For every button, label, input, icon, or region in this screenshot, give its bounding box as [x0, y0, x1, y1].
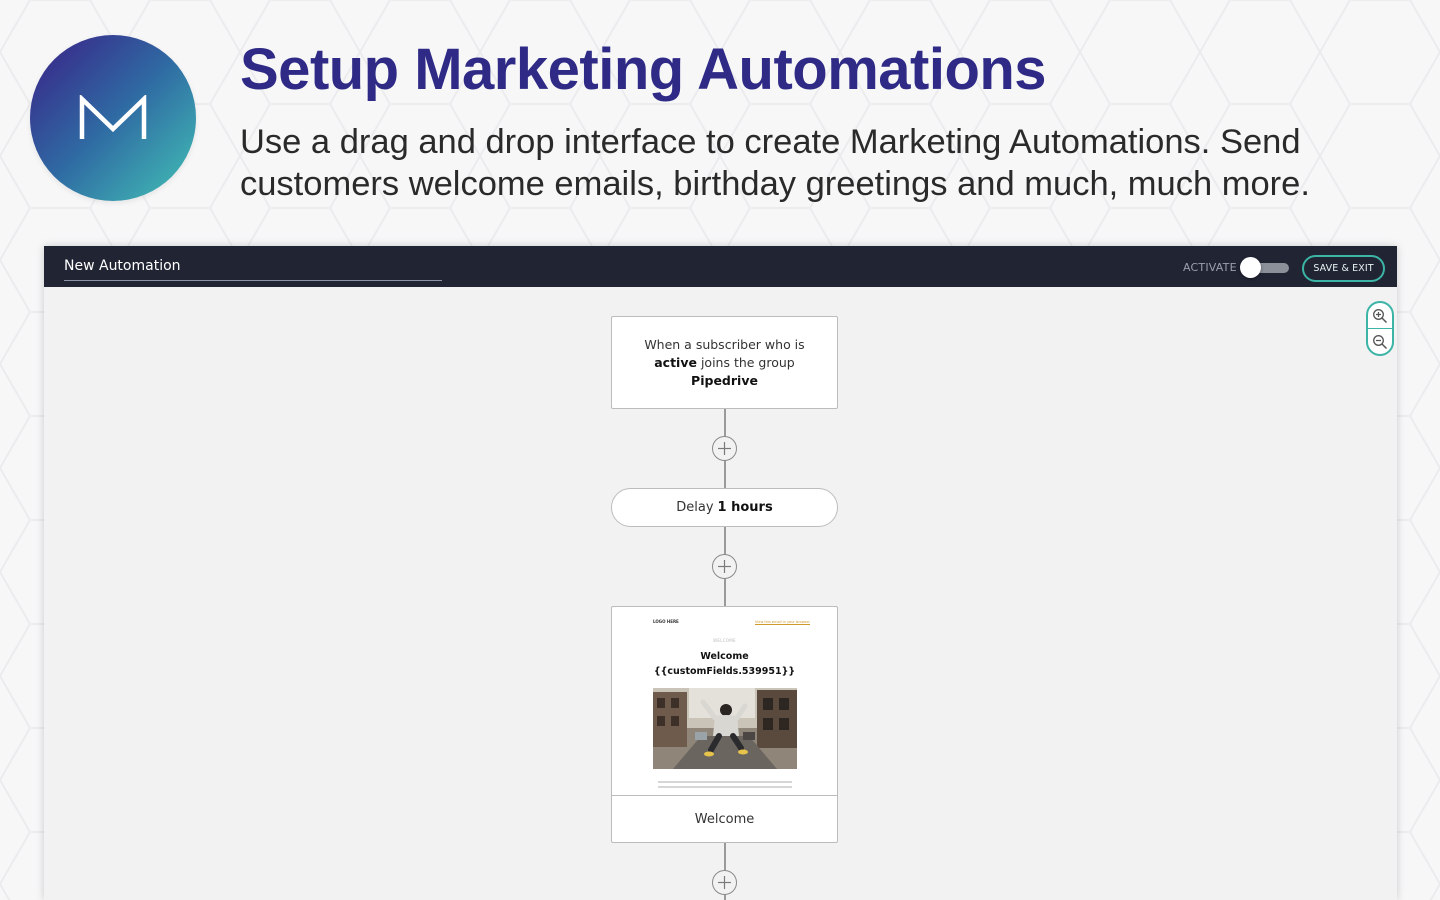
activate-label: ACTIVATE	[1183, 261, 1237, 274]
text-line	[658, 786, 792, 788]
add-step-button[interactable]	[712, 554, 737, 579]
trigger-status: active	[654, 355, 697, 370]
delay-value: 1 hours	[717, 500, 773, 515]
email-preview: LOGO HERE View this email in your browse…	[612, 607, 837, 795]
activate-toggle[interactable]	[1240, 257, 1290, 278]
preview-browser-link: View this email in your browser	[755, 620, 810, 624]
trigger-text-line2: active joins the group	[612, 354, 837, 372]
add-step-button[interactable]	[712, 870, 737, 895]
trigger-text-line3: Pipedrive	[612, 372, 837, 390]
save-exit-button[interactable]: SAVE & EXIT	[1302, 255, 1385, 282]
email-step-card[interactable]: LOGO HERE View this email in your browse…	[611, 606, 838, 843]
automation-name-value: New Automation	[64, 258, 181, 274]
preview-logo-text: LOGO HERE	[653, 619, 679, 624]
m-logo-icon	[79, 95, 147, 139]
page-description: Use a drag and drop interface to create …	[240, 123, 1310, 203]
trigger-middle-text: joins the group	[696, 355, 795, 370]
zoom-out-icon	[1373, 335, 1388, 350]
preview-kicker: WELCOME	[713, 638, 736, 643]
delay-prefix: Delay	[676, 500, 714, 515]
preview-body-text	[658, 781, 792, 791]
plus-icon	[718, 876, 731, 889]
plus-icon	[718, 442, 731, 455]
page-title: Setup Marketing Automations	[240, 37, 1047, 102]
editor-toolbar: New Automation ACTIVATE SAVE & EXIT	[44, 246, 1397, 287]
delay-step-card[interactable]: Delay 1 hours	[611, 488, 838, 527]
zoom-out-button[interactable]	[1368, 329, 1392, 354]
add-step-button[interactable]	[712, 436, 737, 461]
trigger-text-line1: When a subscriber who is	[644, 337, 805, 352]
preview-heading: Welcome	[700, 651, 749, 662]
zoom-controls	[1366, 301, 1394, 356]
plus-icon	[718, 560, 731, 573]
toggle-knob	[1240, 257, 1261, 278]
trigger-step-card[interactable]: When a subscriber who is active joins th…	[611, 316, 838, 409]
zoom-in-button[interactable]	[1368, 303, 1392, 329]
email-step-title: Welcome	[612, 795, 837, 842]
automation-editor: New Automation ACTIVATE SAVE & EXIT When…	[44, 246, 1397, 900]
app-logo	[30, 35, 196, 201]
preview-hero-image	[653, 688, 797, 769]
zoom-in-icon	[1373, 308, 1388, 323]
text-line	[658, 781, 792, 783]
automation-name-input[interactable]: New Automation	[64, 252, 442, 281]
trigger-group: Pipedrive	[691, 373, 758, 388]
preview-merge-field: {{customFields.539951}}	[653, 666, 796, 677]
